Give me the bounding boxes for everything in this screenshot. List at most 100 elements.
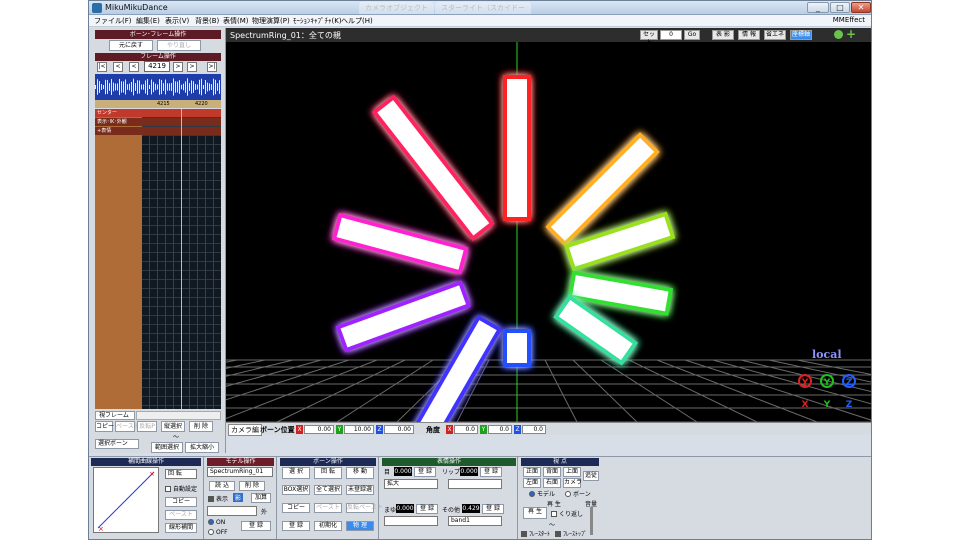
bone-register-button[interactable]: 登 録 bbox=[282, 521, 310, 531]
move-y-icon[interactable]: Y bbox=[820, 398, 834, 412]
prev-key-button[interactable]: < bbox=[113, 62, 123, 72]
on-radio-icon[interactable] bbox=[208, 519, 214, 525]
box-select-button[interactable]: BOX選択 bbox=[282, 485, 310, 495]
eye-morph-select[interactable]: 拡大 bbox=[384, 479, 438, 489]
brow-morph-select[interactable] bbox=[384, 516, 438, 526]
move-button[interactable]: 移 動 bbox=[346, 467, 374, 479]
model-radio-icon[interactable] bbox=[529, 491, 535, 497]
delete-model-button[interactable]: 削 除 bbox=[239, 481, 265, 491]
brow-register-button[interactable]: 登 録 bbox=[416, 504, 438, 514]
back-view-button[interactable]: 背面 bbox=[543, 467, 561, 477]
physics-button[interactable]: 物 理 bbox=[346, 521, 374, 531]
top-view-button[interactable]: 上面 bbox=[563, 467, 581, 477]
frame-end-check-icon[interactable] bbox=[555, 531, 561, 537]
auto-set-check-icon[interactable] bbox=[165, 486, 171, 492]
menu-file[interactable]: ファイル(F) bbox=[94, 16, 132, 26]
lip-value[interactable]: 0.000 bbox=[460, 467, 478, 476]
interpolation-curve[interactable]: × × bbox=[93, 467, 159, 533]
track-center[interactable]: センター bbox=[95, 109, 221, 117]
scale-button[interactable]: 拡大縮小 bbox=[185, 442, 219, 453]
undo-button[interactable]: 元に戻す bbox=[109, 40, 153, 51]
model-select[interactable]: SpectrumRing_01 bbox=[207, 467, 273, 477]
paste-button[interactable]: ペースト bbox=[115, 421, 140, 432]
bone-radio[interactable]: ボーン bbox=[565, 489, 591, 498]
set-button[interactable]: セット bbox=[640, 30, 658, 46]
repeat-checkbox[interactable]: くり返し bbox=[551, 509, 583, 518]
go-button[interactable]: Go bbox=[684, 30, 700, 40]
maximize-button[interactable]: □ bbox=[830, 2, 850, 13]
brow-value[interactable]: 0.000 bbox=[396, 504, 414, 513]
other-register-button[interactable]: 登 録 bbox=[482, 504, 504, 514]
display-checkbox[interactable]: 表示 bbox=[208, 494, 228, 503]
axis-button[interactable]: 座標軸 bbox=[790, 30, 812, 40]
bone-copy-button[interactable]: コピー bbox=[282, 503, 310, 513]
interp-type-select[interactable]: 回 転 bbox=[165, 469, 197, 479]
plus-icon[interactable]: + bbox=[846, 28, 856, 40]
load-model-button[interactable]: 読 込 bbox=[209, 481, 235, 491]
copy-button[interactable]: コピー bbox=[95, 421, 114, 432]
track-view-button[interactable]: 追従 bbox=[583, 471, 599, 481]
auto-set-checkbox[interactable]: 自動設定 bbox=[165, 484, 197, 493]
frame-end-checkbox[interactable]: ﾌﾚｰｽﾄｯﾌﾟ bbox=[555, 529, 587, 538]
bone-paste-button[interactable]: ペースト bbox=[314, 503, 342, 513]
first-frame-button[interactable]: |< bbox=[97, 62, 107, 72]
move-z-icon[interactable]: Z bbox=[842, 398, 856, 412]
title-bar[interactable]: MikuMikuDance カメラオブジェクト スターライト（スカイドー _ □… bbox=[89, 1, 871, 15]
off-radio[interactable]: OFF bbox=[208, 529, 228, 536]
next-frame-button[interactable]: > bbox=[173, 62, 183, 72]
frame-start-check-icon[interactable] bbox=[521, 531, 527, 537]
right-view-button[interactable]: 右面 bbox=[543, 478, 561, 488]
volume-slider[interactable] bbox=[590, 507, 593, 535]
delete-button[interactable]: 削 除 bbox=[189, 421, 213, 432]
off-radio-icon[interactable] bbox=[208, 529, 214, 535]
camera-view-button[interactable]: カメラ bbox=[563, 478, 582, 488]
vertical-select-button[interactable]: 縦選択 bbox=[161, 421, 185, 432]
scene-canvas[interactable] bbox=[226, 42, 871, 422]
shadow-button[interactable]: 表 影 bbox=[712, 30, 734, 40]
bone-select-dropdown[interactable]: 選択ボーン bbox=[95, 439, 139, 449]
select-button[interactable]: 選 択 bbox=[282, 467, 310, 479]
repeat-check-icon[interactable] bbox=[551, 511, 557, 517]
on-radio[interactable]: ON bbox=[208, 519, 225, 526]
angle-y-field[interactable]: 0.0 bbox=[488, 425, 512, 434]
other-morph-select[interactable]: band1 bbox=[448, 516, 502, 526]
front-view-button[interactable]: 正面 bbox=[523, 467, 541, 477]
rotate-y-icon[interactable]: Y bbox=[820, 374, 834, 388]
add-blend-button[interactable]: 加算 bbox=[251, 493, 271, 503]
minimize-button[interactable]: _ bbox=[807, 2, 829, 13]
eye-value[interactable]: 0.000 bbox=[394, 467, 412, 476]
last-frame-button[interactable]: >| bbox=[207, 62, 217, 72]
track-morph[interactable]: +表情 bbox=[95, 127, 221, 135]
pos-y-field[interactable]: 10.00 bbox=[344, 425, 374, 434]
interp-copy-button[interactable]: コピー bbox=[165, 497, 197, 507]
info-button[interactable]: 情 報 bbox=[738, 30, 760, 40]
menu-background[interactable]: 背景(B) bbox=[195, 16, 219, 26]
prev-frame-button[interactable]: < bbox=[129, 62, 139, 72]
lip-morph-select[interactable] bbox=[448, 479, 502, 489]
left-view-button[interactable]: 左面 bbox=[523, 478, 541, 488]
pos-x-field[interactable]: 0.00 bbox=[304, 425, 334, 434]
3d-viewport[interactable]: local Y Y Z X Y Z bbox=[226, 42, 871, 422]
menu-physics[interactable]: 物理演算(P) bbox=[252, 16, 290, 26]
timeline-scrollbar[interactable] bbox=[136, 411, 221, 420]
range-select-button[interactable]: 範囲選択 bbox=[151, 442, 183, 453]
close-button[interactable]: ✕ bbox=[851, 2, 871, 13]
bone-init-button[interactable]: 初期化 bbox=[314, 521, 342, 531]
menu-view[interactable]: 表示(V) bbox=[165, 16, 189, 26]
shadow-toggle[interactable]: 影 bbox=[233, 493, 244, 502]
menu-mmeffect[interactable]: MMEffect bbox=[833, 16, 865, 24]
outer-parent-select[interactable] bbox=[207, 506, 257, 516]
angle-x-field[interactable]: 0.0 bbox=[454, 425, 478, 434]
bone-flip-paste-button[interactable]: 反転ペースト bbox=[346, 503, 383, 513]
frame-number-input[interactable]: 4219 bbox=[144, 61, 170, 72]
interp-paste-button[interactable]: ペースト bbox=[165, 510, 197, 520]
zoom-icon[interactable] bbox=[834, 30, 843, 39]
menu-motion-capture[interactable]: ﾓｰｼｮﾝｷｬﾌﾟﾁｬ(K) bbox=[293, 16, 342, 26]
select-all-button[interactable]: 全て選択 bbox=[314, 485, 342, 495]
eye-register-button[interactable]: 登 録 bbox=[414, 467, 436, 477]
unregistered-select-button[interactable]: 未登録選 bbox=[346, 485, 374, 495]
eco-button[interactable]: 省エネ bbox=[764, 30, 786, 40]
display-check-icon[interactable] bbox=[208, 496, 214, 502]
rotate-z-icon[interactable]: Z bbox=[842, 374, 856, 388]
bone-radio-icon[interactable] bbox=[565, 491, 571, 497]
